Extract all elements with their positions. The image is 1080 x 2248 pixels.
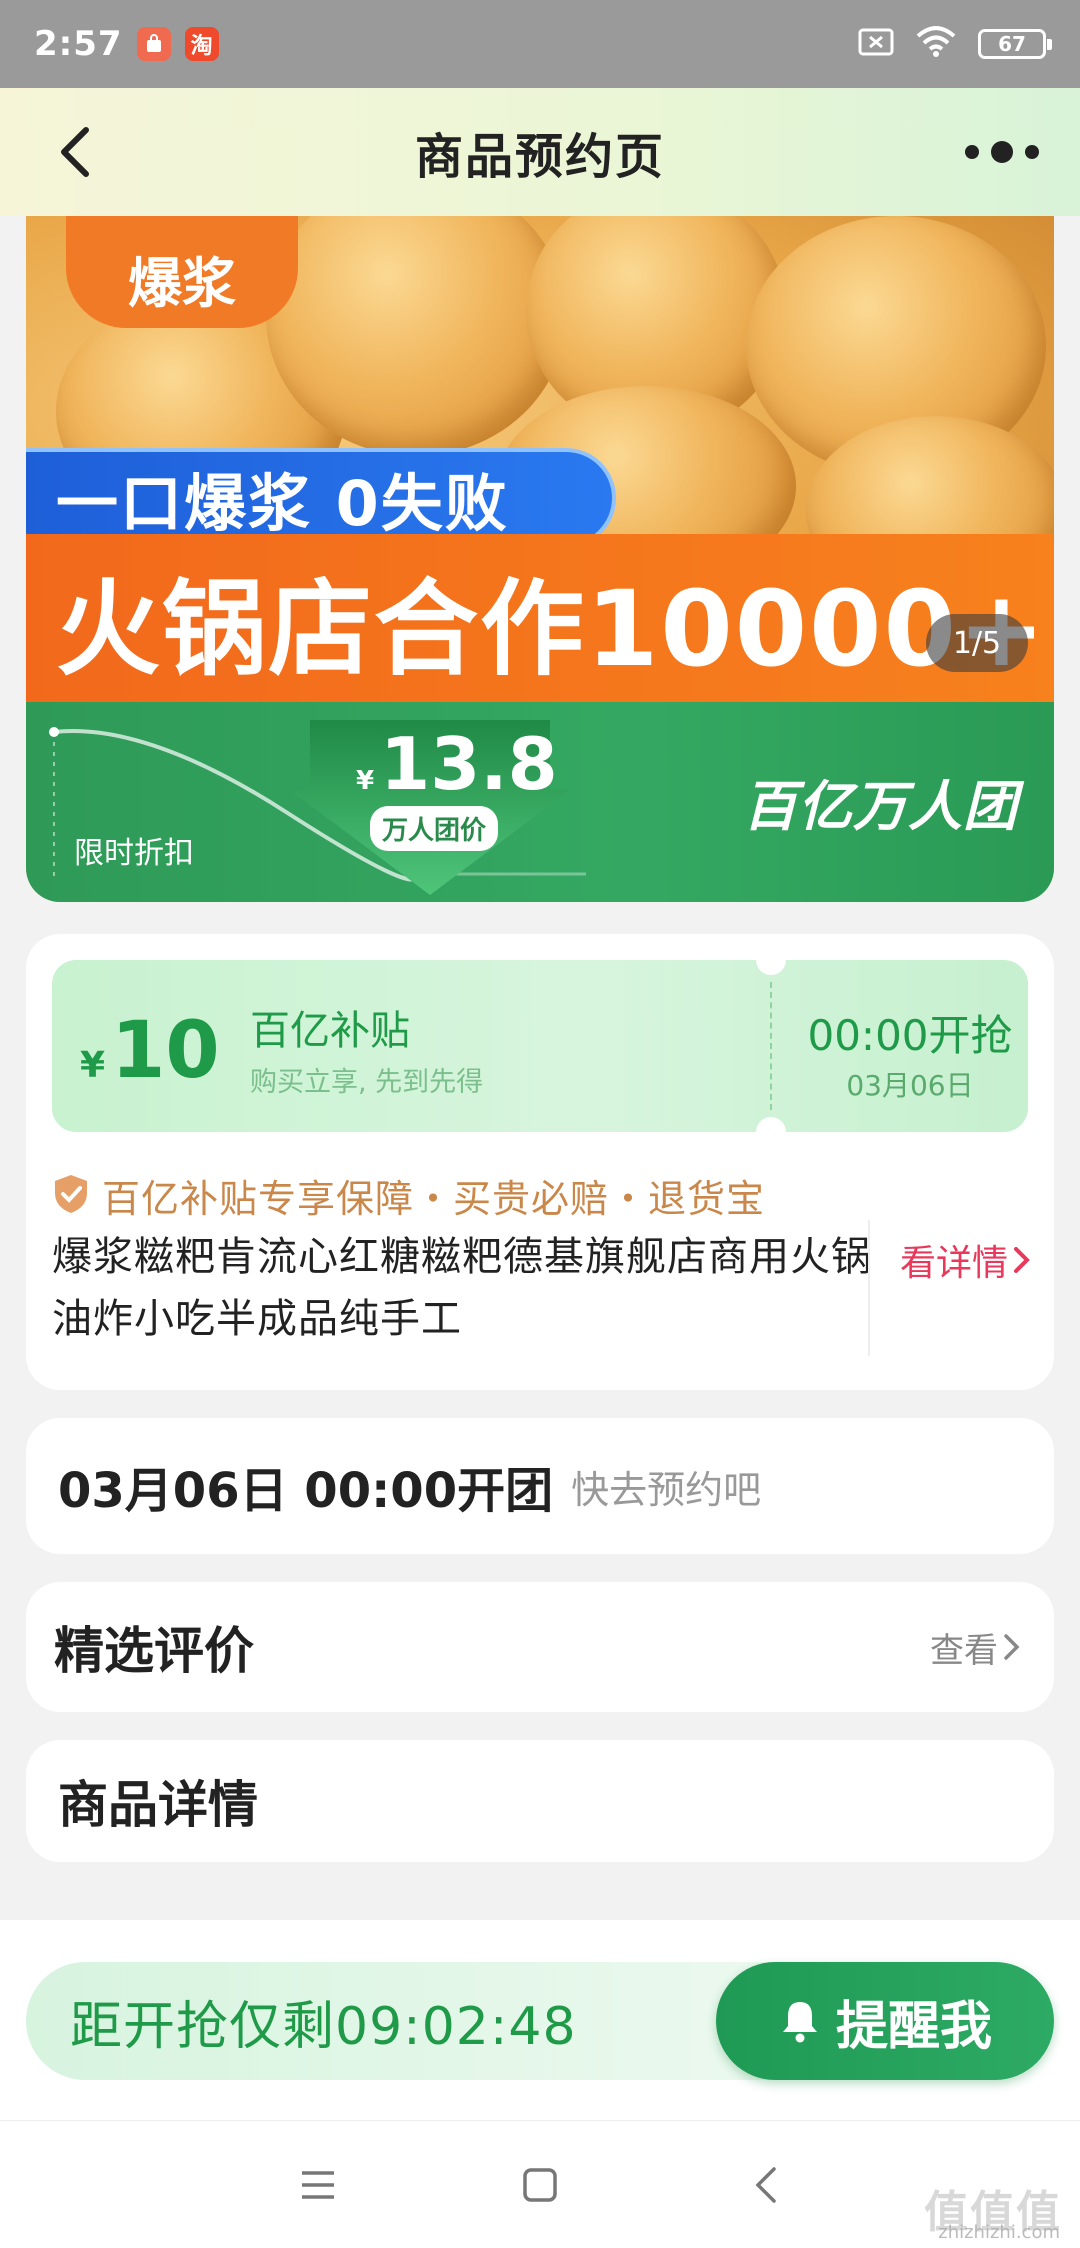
coupon-start-date: 03月06日 — [846, 1069, 974, 1102]
banner-headline: 火锅店合作10000+ — [26, 534, 1054, 704]
product-title: 爆浆糍粑肯流心红糖糍粑德基旗舰店商用火锅油炸小吃半成品纯手工 — [52, 1234, 872, 1342]
banner-slogan: 一口爆浆 0失败 — [26, 448, 616, 548]
taobao-icon: 淘 — [184, 27, 219, 61]
guarantee-text: 百亿补贴专享保障・买贵必赔・退货宝 — [102, 1177, 766, 1221]
page-header: 商品预约页 — [0, 88, 1080, 216]
product-details-section[interactable]: 商品详情 — [26, 1740, 1054, 1862]
coupon-amount: ¥ 10 — [80, 1006, 220, 1096]
view-details-link[interactable]: 看详情 — [900, 1234, 1034, 1286]
remind-me-label: 提醒我 — [835, 1996, 992, 2057]
chevron-left-icon — [61, 127, 89, 177]
chevron-right-icon — [1004, 1634, 1020, 1660]
view-details-label: 看详情 — [900, 1243, 1009, 1284]
group-price: ¥ 13.8 — [356, 722, 558, 806]
price-strip: ¥ 13.8 万人团价 限时折扣 百亿万人团 — [26, 702, 1054, 902]
chevron-right-icon — [1014, 1247, 1030, 1273]
system-nav-bar — [0, 2120, 1080, 2248]
status-time: 2:57 — [34, 24, 123, 64]
reviews-section[interactable]: 精选评价 查看 — [26, 1582, 1054, 1712]
group-price-tag: 万人团价 — [370, 806, 499, 851]
remind-me-button[interactable]: 提醒我 — [716, 1962, 1054, 2080]
coupon-subtitle: 购买立享, 先到先得 — [250, 1067, 484, 1098]
brand-logo: 百亿万人团 — [743, 775, 1018, 838]
guarantee-row[interactable]: 百亿补贴专享保障・买贵必赔・退货宝 — [52, 1168, 765, 1223]
bottom-action-bar: 距开抢仅剩09:02:48 提醒我 — [0, 1920, 1080, 2120]
coupon-start-time: 00:00开抢 — [807, 1011, 1013, 1060]
status-bar: 2:57 淘 67 — [0, 0, 1080, 88]
countdown-text: 距开抢仅剩09:02:48 — [70, 1996, 577, 2057]
banner-page-indicator: 1/5 — [926, 614, 1028, 672]
product-info-card: ¥ 10 百亿补贴 购买立享, 先到先得 00:00开抢 03月06日 百亿补贴… — [26, 934, 1054, 1390]
battery-icon: 67 — [978, 29, 1052, 59]
shield-icon — [52, 1173, 90, 1219]
group-open-time: 03月06日 00:00开团 — [58, 1463, 554, 1519]
reviews-title: 精选评价 — [54, 1622, 254, 1680]
product-banner[interactable]: 爆浆 一口爆浆 0失败 火锅店合作10000+ 1/5 ¥ 13.8 万人团价 … — [26, 216, 1054, 902]
wifi-icon — [916, 26, 956, 62]
menu-icon[interactable] — [288, 2155, 348, 2215]
bell-icon — [782, 2002, 817, 2043]
sim-icon — [858, 28, 894, 60]
shopping-bag-icon — [136, 27, 171, 61]
watermark-site: zhizhizhi.com — [938, 2222, 1060, 2243]
back-nav-icon[interactable] — [738, 2155, 798, 2215]
page-title: 商品预约页 — [414, 129, 665, 185]
more-dots-icon — [965, 141, 1039, 163]
back-button[interactable] — [52, 124, 102, 180]
view-reviews-label: 查看 — [930, 1630, 998, 1671]
home-icon[interactable] — [510, 2155, 570, 2215]
reservation-hint: 快去预约吧 — [571, 1467, 762, 1512]
details-title: 商品详情 — [58, 1776, 258, 1834]
more-options-button[interactable] — [958, 128, 1048, 176]
view-reviews-link[interactable]: 查看 — [930, 1623, 1024, 1672]
group-open-card: 03月06日 00:00开团 快去预约吧 — [26, 1418, 1054, 1554]
subsidy-coupon[interactable]: ¥ 10 百亿补贴 购买立享, 先到先得 00:00开抢 03月06日 — [52, 960, 1028, 1132]
banner-badge: 爆浆 — [66, 216, 298, 328]
coupon-title: 百亿补贴 — [250, 1008, 410, 1054]
limited-discount-label: 限时折扣 — [74, 836, 194, 871]
